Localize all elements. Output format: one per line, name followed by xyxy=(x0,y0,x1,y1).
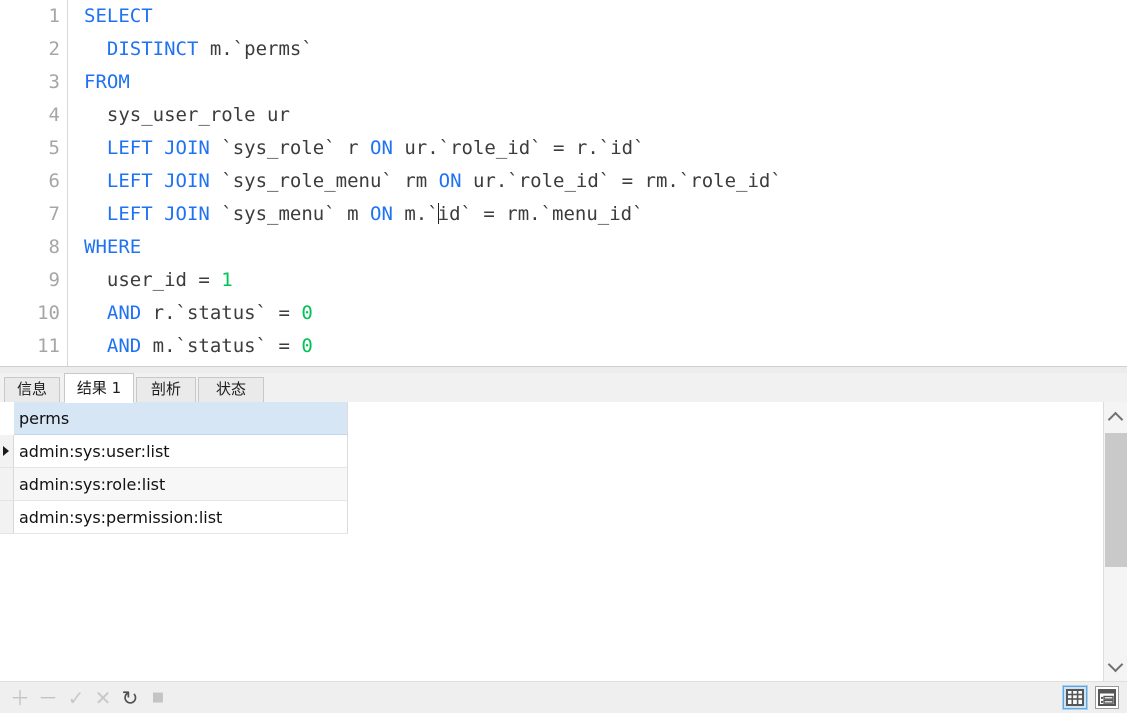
scroll-up-button[interactable] xyxy=(1104,406,1127,429)
code-token: AND xyxy=(106,335,142,357)
code-token: WHERE xyxy=(84,236,142,258)
code-token: r.`status` = xyxy=(141,302,302,324)
result-tab[interactable]: 剖析 xyxy=(136,377,196,402)
code-token: m.` xyxy=(392,203,439,225)
result-panel: perms admin:sys:user:list admin:sys:role:l… xyxy=(0,402,1127,681)
line-number: 3 xyxy=(48,71,60,93)
line-number: 6 xyxy=(48,170,60,192)
scrollbar-thumb[interactable] xyxy=(1105,433,1127,567)
code-line[interactable]: WHERE xyxy=(84,231,1127,264)
table-row[interactable]: admin:sys:user:list xyxy=(14,435,348,468)
code-token: 0 xyxy=(301,302,313,324)
result-tab[interactable]: 结果 1 xyxy=(64,373,134,403)
grid-toolbar: ＋ － ✓ ✕ ↻ ■ xyxy=(0,681,1127,713)
code-line[interactable]: AND m.`status` = 0 xyxy=(84,330,1127,363)
code-token: LEFT JOIN xyxy=(106,137,210,159)
code-token: `sys_role_menu` rm xyxy=(209,170,439,192)
delete-record-button[interactable]: － xyxy=(38,688,58,708)
result-tab[interactable]: 状态 xyxy=(198,377,264,402)
code-token: sys_user_role ur xyxy=(84,104,290,126)
chevron-up-icon xyxy=(1107,411,1124,428)
line-number: 9 xyxy=(48,269,60,291)
row-header[interactable] xyxy=(0,435,14,468)
code-token: AND xyxy=(106,302,142,324)
code-token: LEFT JOIN xyxy=(106,170,210,192)
table-row[interactable]: admin:sys:role:list xyxy=(14,468,348,501)
code-line[interactable]: AND r.`status` = 0 xyxy=(84,297,1127,330)
code-line[interactable]: LEFT JOIN `sys_role` r ON ur.`role_id` =… xyxy=(84,132,1127,165)
form-view-button[interactable] xyxy=(1095,686,1119,709)
code-token: `sys_menu` m xyxy=(209,203,370,225)
apply-changes-button[interactable]: ✓ xyxy=(66,688,86,708)
stop-button[interactable]: ■ xyxy=(148,688,168,708)
line-number: 7 xyxy=(48,203,60,225)
code-token: 1 xyxy=(221,269,233,291)
row-header[interactable] xyxy=(0,468,14,501)
result-grid[interactable]: perms admin:sys:user:list admin:sys:role:l… xyxy=(0,402,1103,681)
scroll-down-button[interactable] xyxy=(1104,654,1127,677)
code-token: ON xyxy=(370,203,393,225)
code-token: SELECT xyxy=(84,5,153,27)
add-record-button[interactable]: ＋ xyxy=(10,688,30,708)
code-line[interactable]: sys_user_role ur xyxy=(84,99,1127,132)
code-token: ur.`role_id` = r.`id` xyxy=(392,137,645,159)
form-icon xyxy=(1098,689,1116,706)
line-number: 8 xyxy=(48,236,60,258)
code-token: LEFT JOIN xyxy=(106,203,210,225)
code-token: FROM xyxy=(84,71,130,93)
code-token: ur.`role_id` = rm.`role_id` xyxy=(461,170,782,192)
code-token: ON xyxy=(438,170,462,192)
code-token: DISTINCT xyxy=(106,38,199,60)
code-line[interactable]: SELECT xyxy=(84,0,1127,33)
code-token: m.`status` = xyxy=(141,335,302,357)
code-token: m.`perms` xyxy=(198,38,313,60)
result-tab[interactable]: 信息 xyxy=(4,377,60,402)
line-number: 10 xyxy=(37,302,60,324)
code-line[interactable]: user_id = 1 xyxy=(84,264,1127,297)
code-token: `sys_role` r xyxy=(209,137,370,159)
sql-editor[interactable]: 1 2 3 4 5 6 7 8 9 10 11 SELECT DISTINCT m.`perms` F… xyxy=(0,0,1127,366)
code-token: id` = rm.`menu_id` xyxy=(437,203,644,225)
row-header[interactable] xyxy=(0,501,14,534)
code-token: user_id = xyxy=(84,269,222,291)
grid-view-button[interactable] xyxy=(1062,685,1088,710)
line-number: 11 xyxy=(37,335,60,357)
cancel-changes-button[interactable]: ✕ xyxy=(93,688,113,708)
result-vertical-scrollbar[interactable] xyxy=(1103,402,1127,681)
chevron-down-icon xyxy=(1107,656,1124,673)
line-number: 4 xyxy=(48,104,60,126)
result-tabs: 信息 结果 1 剖析 状态 xyxy=(0,373,1127,403)
line-number: 2 xyxy=(48,38,60,60)
current-row-marker-icon xyxy=(3,446,9,456)
code-line[interactable]: LEFT JOIN `sys_menu` m ON m.`id` = rm.`m… xyxy=(84,198,1127,231)
column-header-perms[interactable]: perms xyxy=(14,402,348,435)
code-line[interactable]: LEFT JOIN `sys_role_menu` rm ON ur.`role… xyxy=(84,165,1127,198)
sql-code-area[interactable]: SELECT DISTINCT m.`perms` FROM sys_user_r… xyxy=(84,0,1127,366)
code-line[interactable]: FROM xyxy=(84,66,1127,99)
table-row[interactable]: admin:sys:permission:list xyxy=(14,501,348,534)
refresh-button[interactable]: ↻ xyxy=(120,688,140,708)
code-line[interactable]: DISTINCT m.`perms` xyxy=(84,33,1127,66)
line-number: 5 xyxy=(48,137,60,159)
grid-corner xyxy=(0,402,14,435)
grid-icon xyxy=(1066,689,1084,706)
code-token: ON xyxy=(370,137,393,159)
code-token: 0 xyxy=(301,335,313,357)
line-number: 1 xyxy=(48,5,60,27)
line-number-gutter: 1 2 3 4 5 6 7 8 9 10 11 xyxy=(0,0,68,366)
